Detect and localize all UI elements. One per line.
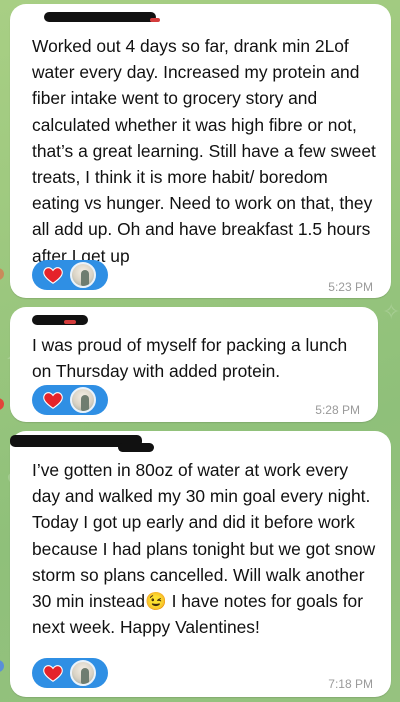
message-text: Worked out 4 days so far, drank min 2Lof… <box>32 36 376 266</box>
reaction-pill[interactable] <box>32 260 108 290</box>
sender-name-fragment <box>64 320 76 324</box>
offscreen-avatar-edge <box>0 398 4 410</box>
offscreen-avatar-edge <box>0 660 4 672</box>
avatar[interactable] <box>70 660 96 686</box>
message-text: I’ve gotten in 80oz of water at work eve… <box>32 460 376 638</box>
message-bubble[interactable]: I’ve gotten in 80oz of water at work eve… <box>10 431 391 697</box>
reaction-pill[interactable] <box>32 658 108 688</box>
redacted-sender-name <box>44 12 156 22</box>
heart-icon <box>43 665 63 682</box>
avatar[interactable] <box>70 387 96 413</box>
message-timestamp: 5:23 PM <box>328 280 373 294</box>
message-text: I was proud of myself for packing a lunc… <box>32 335 348 382</box>
message-bubble[interactable]: I was proud of myself for packing a lunc… <box>10 307 378 422</box>
heart-icon <box>43 267 63 284</box>
heart-icon <box>43 392 63 409</box>
redacted-sender-name <box>118 443 154 452</box>
sender-name-fragment <box>150 18 160 22</box>
message-bubble[interactable]: Worked out 4 days so far, drank min 2Lof… <box>10 4 391 298</box>
offscreen-avatar-edge <box>0 268 4 280</box>
redacted-sender-name <box>32 315 88 325</box>
reaction-pill[interactable] <box>32 385 108 415</box>
wallpaper-doodle: ✧ <box>382 300 400 325</box>
avatar[interactable] <box>70 262 96 288</box>
message-timestamp: 7:18 PM <box>328 677 373 691</box>
message-timestamp: 5:28 PM <box>315 403 360 417</box>
